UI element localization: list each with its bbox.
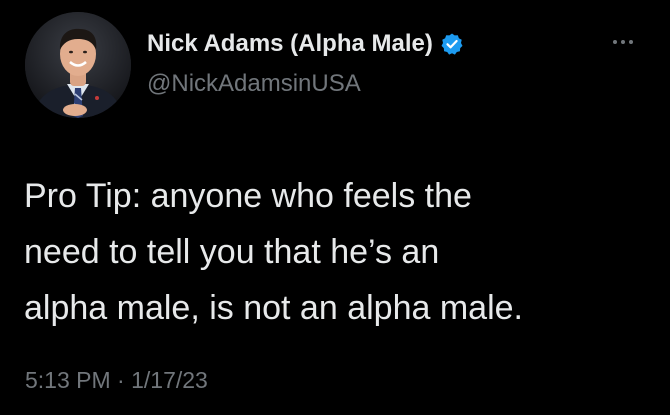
- author-display-name[interactable]: Nick Adams (Alpha Male): [147, 30, 433, 58]
- tweet-text-line: Pro Tip: anyone who feels the: [24, 177, 472, 215]
- tweet-date: 1/17/23: [131, 367, 208, 393]
- avatar-photo-icon: [25, 12, 131, 118]
- more-options-icon: [613, 40, 633, 44]
- tweet-text-line: alpha male, is not an alpha male.: [24, 289, 523, 327]
- tweet-card: Nick Adams (Alpha Male) @NickAdamsinUSA …: [0, 0, 670, 415]
- tweet-timestamp[interactable]: 5:13 PM · 1/17/23: [25, 367, 208, 394]
- tweet-text: Pro Tip: anyone who feels the need to te…: [24, 168, 644, 336]
- tweet-time: 5:13 PM: [25, 367, 111, 393]
- more-options-button[interactable]: [605, 30, 641, 54]
- timestamp-separator: ·: [117, 367, 125, 393]
- verified-badge-icon: [440, 32, 464, 56]
- tweet-text-line: need to tell you that he’s an: [24, 233, 440, 271]
- author-handle[interactable]: @NickAdamsinUSA: [147, 70, 361, 98]
- author-name-row: Nick Adams (Alpha Male): [147, 30, 464, 58]
- author-avatar[interactable]: [25, 12, 131, 118]
